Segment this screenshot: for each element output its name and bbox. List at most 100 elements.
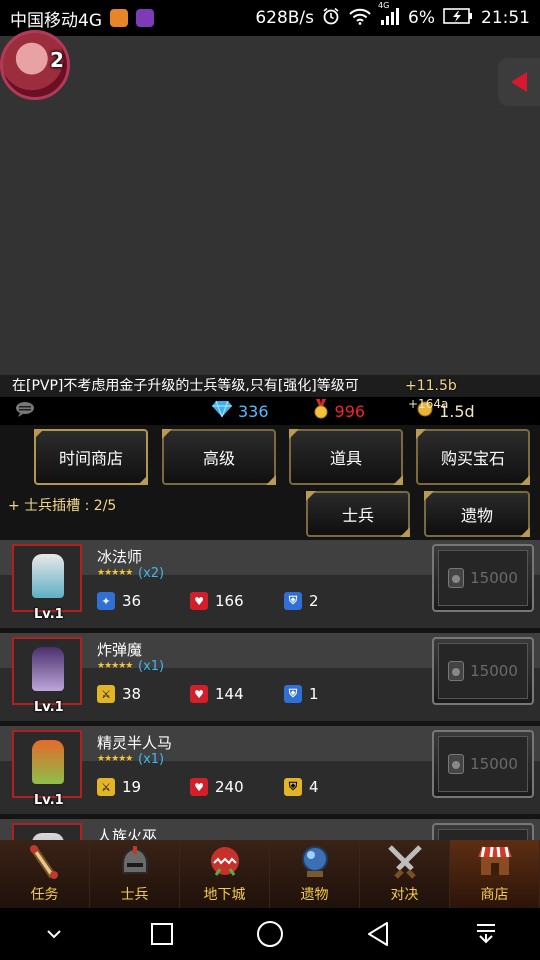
attack-value: 38 [122,685,142,703]
orb-icon [293,842,337,882]
star-rating: ★★★★★ [97,568,133,578]
scroll-icon [23,842,67,882]
buy-button-inner: 15000 [438,643,528,699]
medal-coin-icon [448,754,465,774]
recent-apps-button[interactable] [142,914,182,954]
nav-label: 对决 [390,887,419,903]
defense-stat: ⛨ 2 [284,592,319,610]
clock: 21:51 [481,8,530,28]
nav-soldiers[interactable]: 士兵 [90,840,180,908]
side-menu-toggle-button[interactable] [498,58,540,106]
buy-button-inner: 15000 [438,736,528,792]
star-rating: ★★★★★ [97,754,133,764]
attack-stat: ⚔ 19 [97,778,141,796]
unit-level: Lv.1 [34,793,64,808]
medal-coin-icon [448,661,465,681]
nav-dungeon[interactable]: 地下城 [180,840,270,908]
defense-value: 1 [309,685,319,703]
gold-income: +164a [408,397,449,411]
unit-portrait[interactable]: Lv.1 [12,544,82,622]
hp-value: 166 [215,592,244,610]
chat-bubble-icon[interactable] [14,400,36,422]
nav-label: 商店 [480,887,509,903]
wifi-icon [348,7,372,30]
diamond-icon [212,400,232,422]
shield-icon: ⛨ [284,685,302,703]
unit-level: Lv.1 [34,607,64,622]
notification-pull-down-icon[interactable] [466,914,506,954]
unit-name: 精灵半人马 [97,734,173,752]
nav-label: 遗物 [300,887,329,903]
tip-ticker: 在[PVP]不考虑用金子升级的士兵等级,只有[强化]等级可 [0,375,540,397]
subtab-soldiers[interactable]: 士兵 [306,491,410,537]
status-bar: 中国移动4G 628B/s 4G 6% 21:51 [0,0,540,36]
price: 15000 [470,569,518,587]
unit-portrait[interactable]: Lv.1 [12,730,82,808]
unit-level: Lv.1 [34,700,64,715]
attack-value: 36 [122,592,142,610]
nav-label: 士兵 [120,887,149,903]
tab-items[interactable]: 道具 [289,429,403,485]
chevron-down-icon[interactable] [34,914,74,954]
buy-button[interactable]: 15000 [432,544,534,612]
medal-icon [313,399,329,423]
defense-value: 2 [309,592,319,610]
shop-awning-icon [473,842,517,882]
nav-label: 地下城 [203,887,246,903]
star-rating: ★★★★★ [97,661,133,671]
nav-relics[interactable]: 遗物 [270,840,360,908]
shop-panel: 时间商店 高级 道具 购买宝石 + 士兵插槽 : 2/5 士兵 遗物 Lv.1 … [0,425,540,840]
unit-count: (x2) [138,566,165,581]
centaur-sprite [32,740,64,784]
unit-name: 人族火巫 [97,827,158,840]
buy-button[interactable]: 15000 [432,730,534,798]
price: 15000 [470,755,518,773]
home-button[interactable] [250,914,290,954]
buy-button[interactable]: 15000 [432,637,534,705]
heart-icon: ♥ [190,685,208,703]
subtab-label: 士兵 [341,506,374,525]
notification-app-icon [110,9,128,27]
hp-stat: ♥ 240 [190,778,244,796]
unit-count: (x1) [138,659,165,674]
alarm-icon [322,7,340,30]
hp-value: 144 [215,685,244,703]
unit-portrait[interactable] [12,823,82,840]
back-button[interactable] [358,914,398,954]
tab-buy-gems[interactable]: 购买宝石 [416,429,530,485]
buy-button[interactable] [432,823,534,840]
monster-plant-icon [203,842,247,882]
unit-name: 炸弹魔 [97,641,143,659]
attack-stat: ✦ 36 [97,592,141,610]
tab-label: 道具 [329,449,362,468]
hp-stat: ♥ 144 [190,685,244,703]
hp-stat: ♥ 166 [190,592,244,610]
list-item: Lv.1 炸弹魔 ★★★★★ (x1) ⚔ 38 ♥ 144 ⛨ 1 15000 [0,633,540,721]
triangle-left-icon [511,72,527,92]
tip-text: 在[PVP]不考虑用金子升级的士兵等级,只有[强化]等级可 [12,378,359,394]
unit-name: 冰法师 [97,548,143,566]
nav-quests[interactable]: 任务 [0,840,90,908]
unit-portrait[interactable]: Lv.1 [12,637,82,715]
shield-icon: ⛨ [284,778,302,796]
sword-icon: ⚔ [97,685,115,703]
subtab-relics[interactable]: 遗物 [424,491,530,537]
list-item: Lv.1 冰法师 ★★★★★ (x2) ✦ 36 ♥ 166 ⛨ 2 15000 [0,540,540,628]
carrier-label: 中国移动4G [10,10,102,31]
unit-list[interactable]: Lv.1 冰法师 ★★★★★ (x2) ✦ 36 ♥ 166 ⛨ 2 15000 [0,538,540,840]
battery-percent: 6% [408,8,435,28]
nav-duel[interactable]: 对决 [360,840,450,908]
tab-label: 购买宝石 [440,449,505,468]
game-viewport[interactable]: 2 [0,30,540,376]
bottom-nav: 任务 士兵 地下城 遗物 对决 商店 [0,840,540,908]
nav-shop[interactable]: 商店 [450,840,540,908]
tab-time-shop[interactable]: 时间商店 [34,429,148,485]
subtab-label: 遗物 [460,506,493,525]
magic-attack-icon: ✦ [97,592,115,610]
system-nav-bar [0,908,540,960]
gold-gain-popup: +11.5b [405,378,457,394]
tab-premium[interactable]: 高级 [162,429,276,485]
medal-coin-icon [448,568,465,588]
signal-icon: 4G [378,1,400,30]
list-item: Lv.1 精灵半人马 ★★★★★ (x1) ⚔ 19 ♥ 240 ⛨ 4 150… [0,726,540,814]
